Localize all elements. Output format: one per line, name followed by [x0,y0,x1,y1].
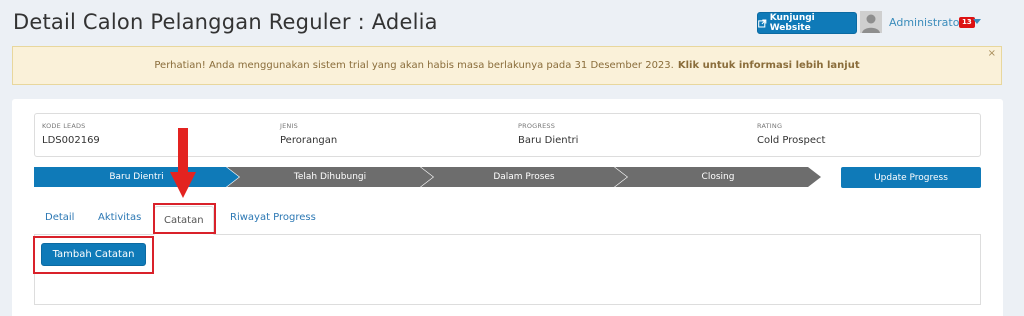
lead-type-label: JENIS [280,122,298,130]
add-note-button[interactable]: Tambah Catatan [41,243,146,266]
lead-progress-label: PROGRESS [518,122,556,130]
external-link-icon [758,18,767,28]
lead-code-label: KODE LEADS [42,122,86,130]
lead-code-value: LDS002169 [42,135,100,146]
visit-website-button[interactable]: Kunjungi Website [757,12,857,34]
tab-riwayat-progress[interactable]: Riwayat Progress [230,212,316,223]
tab-aktivitas[interactable]: Aktivitas [98,212,141,223]
tab-catatan[interactable]: Catatan [154,206,214,235]
lead-rating-value: Cold Prospect [757,135,826,146]
user-avatar-icon[interactable] [860,11,882,33]
lead-progress-field: PROGRESS Baru Dientri [518,122,578,146]
tab-panel-catatan [34,235,981,305]
lead-type-value: Perorangan [280,135,338,146]
step-telah-dihubungi: Telah Dihubungi [227,167,433,187]
lead-type-field: JENIS Perorangan [280,122,337,146]
alert-info-link[interactable]: Klik untuk informasi lebih lanjut [678,60,860,71]
lead-progress-value: Baru Dientri [518,135,579,146]
lead-rating-label: RATING [757,122,783,130]
step-baru-dientri: Baru Dientri [34,167,239,187]
trial-alert: Perhatian! Anda menggunakan sistem trial… [12,46,1002,85]
step-closing: Closing [615,167,821,187]
caret-down-icon[interactable] [973,19,981,24]
user-name[interactable]: Administrator [889,16,964,29]
alert-text: Perhatian! Anda menggunakan sistem trial… [154,60,674,71]
close-icon[interactable]: × [988,49,996,59]
update-progress-button[interactable]: Update Progress [841,167,981,188]
page-title: Detail Calon Pelanggan Reguler : Adelia [13,10,438,34]
visit-website-label: Kunjungi Website [769,13,815,33]
arrow-down-icon [170,128,196,198]
lead-rating-field: RATING Cold Prospect [757,122,825,146]
tab-bar: Detail Aktivitas Catatan Riwayat Progres… [34,206,981,235]
tab-detail[interactable]: Detail [45,212,74,223]
lead-code-field: KODE LEADS LDS002169 [42,122,100,146]
step-dalam-proses: Dalam Proses [421,167,627,187]
